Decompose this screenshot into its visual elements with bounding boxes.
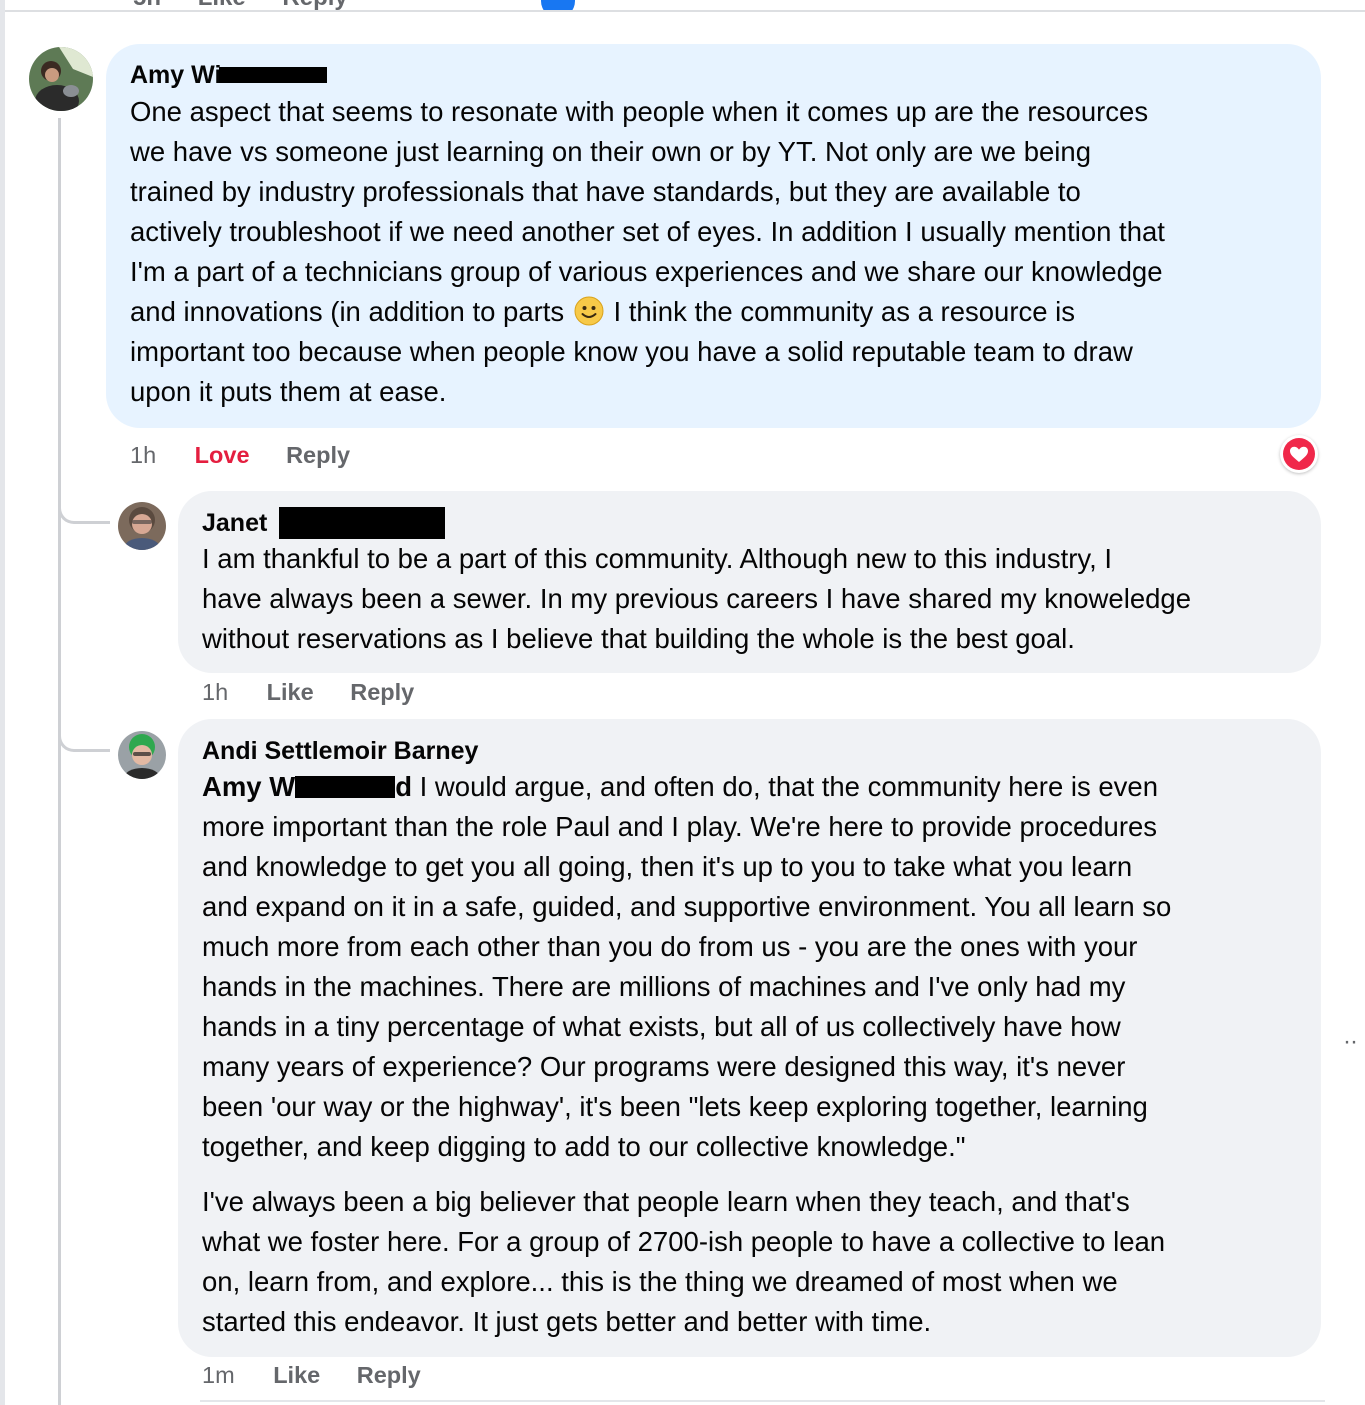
reply-button[interactable]: Reply [350,679,414,705]
comment-text-andi: Amy W d I would argue, and often do, that… [202,767,1312,1342]
mention-tag[interactable]: Amy W [202,771,295,802]
avatar-amy[interactable] [29,47,93,111]
comment-line: important too because when people know y… [130,336,1133,367]
name-redaction [219,67,327,83]
comment-line: we have vs someone just learning on thei… [130,136,1091,167]
previous-comment-actions: 5h Like Reply [5,0,1365,12]
reply-button[interactable]: Reply [286,442,350,468]
comment-timestamp[interactable]: 1h [130,442,156,468]
mention-tag-suffix[interactable]: d [395,771,412,802]
comment-line-segment: I think the community as a resource is [605,296,1076,327]
comment-line: One aspect that seems to resonate with p… [130,96,1149,127]
reply-branch-connector [58,496,110,524]
comment-line: more important than the role Paul and I … [202,811,1158,842]
comment-line: have always been a sewer. In my previous… [202,583,1191,614]
comment-line: without reservations as I believe that b… [202,623,1075,654]
like-button[interactable]: Like [267,679,314,705]
comment-actions-amy: 1h Love Reply [130,442,380,469]
comment-line-segment: and innovations (in addition to parts [130,296,565,327]
comment-timestamp[interactable]: 1m [202,1362,235,1388]
like-button[interactable]: Like [273,1362,320,1388]
comment-actions-andi: 1m Like Reply [202,1362,451,1389]
comment-line: many years of experience? Our programs w… [202,1051,1126,1082]
comment-line: much more from each other than you do fr… [202,931,1138,962]
comment-line: I'm a part of a technicians group of var… [130,256,1163,287]
previous-like-button[interactable]: Like [198,0,246,10]
love-button[interactable]: Love [195,442,250,468]
comment-text-amy: One aspect that seems to resonate with p… [130,92,1310,412]
comment-line: Amy W d I would argue, and often do, that… [202,767,1312,807]
comment-timestamp[interactable]: 1h [202,679,228,705]
comment-line: what we foster here. For a group of 2700… [202,1226,1166,1257]
comment-line: trained by industry professionals that h… [130,176,1081,207]
left-border [0,0,5,1405]
more-options-icon[interactable]: ·· [1343,1028,1358,1056]
comment-line: started this endeavor. It just gets bett… [202,1306,932,1337]
comment-actions-janet: 1h Like Reply [202,679,444,706]
comment-line: been 'our way or the highway', it's been… [202,1091,1148,1122]
previous-reaction-badge-icon [541,0,575,10]
comment-line-segment: I would argue, and often do, that the co… [412,771,1159,802]
thread-connector-line [58,118,61,1405]
avatar-janet[interactable] [118,502,166,550]
comment-line: I've always been a big believer that peo… [202,1186,1130,1217]
smiling-face-emoji [574,296,604,326]
comment-line: on, learn from, and explore... this is t… [202,1266,1118,1297]
comment-author-name[interactable]: Janet [202,509,267,538]
comment-line: and knowledge to get you all going, then… [202,851,1133,882]
comment-line: and innovations (in addition to parts I … [130,292,1310,332]
comment-line: and expand on it in a safe, guided, and … [202,891,1172,922]
comment-text-janet: I am thankful to be a part of this commu… [202,539,1312,659]
comment-line: I am thankful to be a part of this commu… [202,543,1112,574]
reply-button[interactable]: Reply [357,1362,421,1388]
name-redaction [279,507,445,539]
avatar-andi[interactable] [118,731,166,779]
comment-line: upon it puts them at ease. [130,376,447,407]
name-redaction [295,776,396,798]
heart-reaction-icon[interactable] [1280,435,1318,473]
comment-line: hands in the machines. There are million… [202,971,1126,1002]
comment-line: together, and keep digging to add to our… [202,1131,966,1162]
comment-line: actively troubleshoot if we need another… [130,216,1165,247]
reply-branch-connector [58,724,110,752]
previous-reply-button[interactable]: Reply [282,0,347,10]
comment-author-name[interactable]: Amy Wi [130,61,221,90]
comment-line: hands in a tiny percentage of what exist… [202,1011,1121,1042]
comment-author-name[interactable]: Andi Settlemoir Barney [202,737,478,766]
next-item-edge [200,1400,1325,1405]
previous-comment-time: 5h [133,0,161,10]
